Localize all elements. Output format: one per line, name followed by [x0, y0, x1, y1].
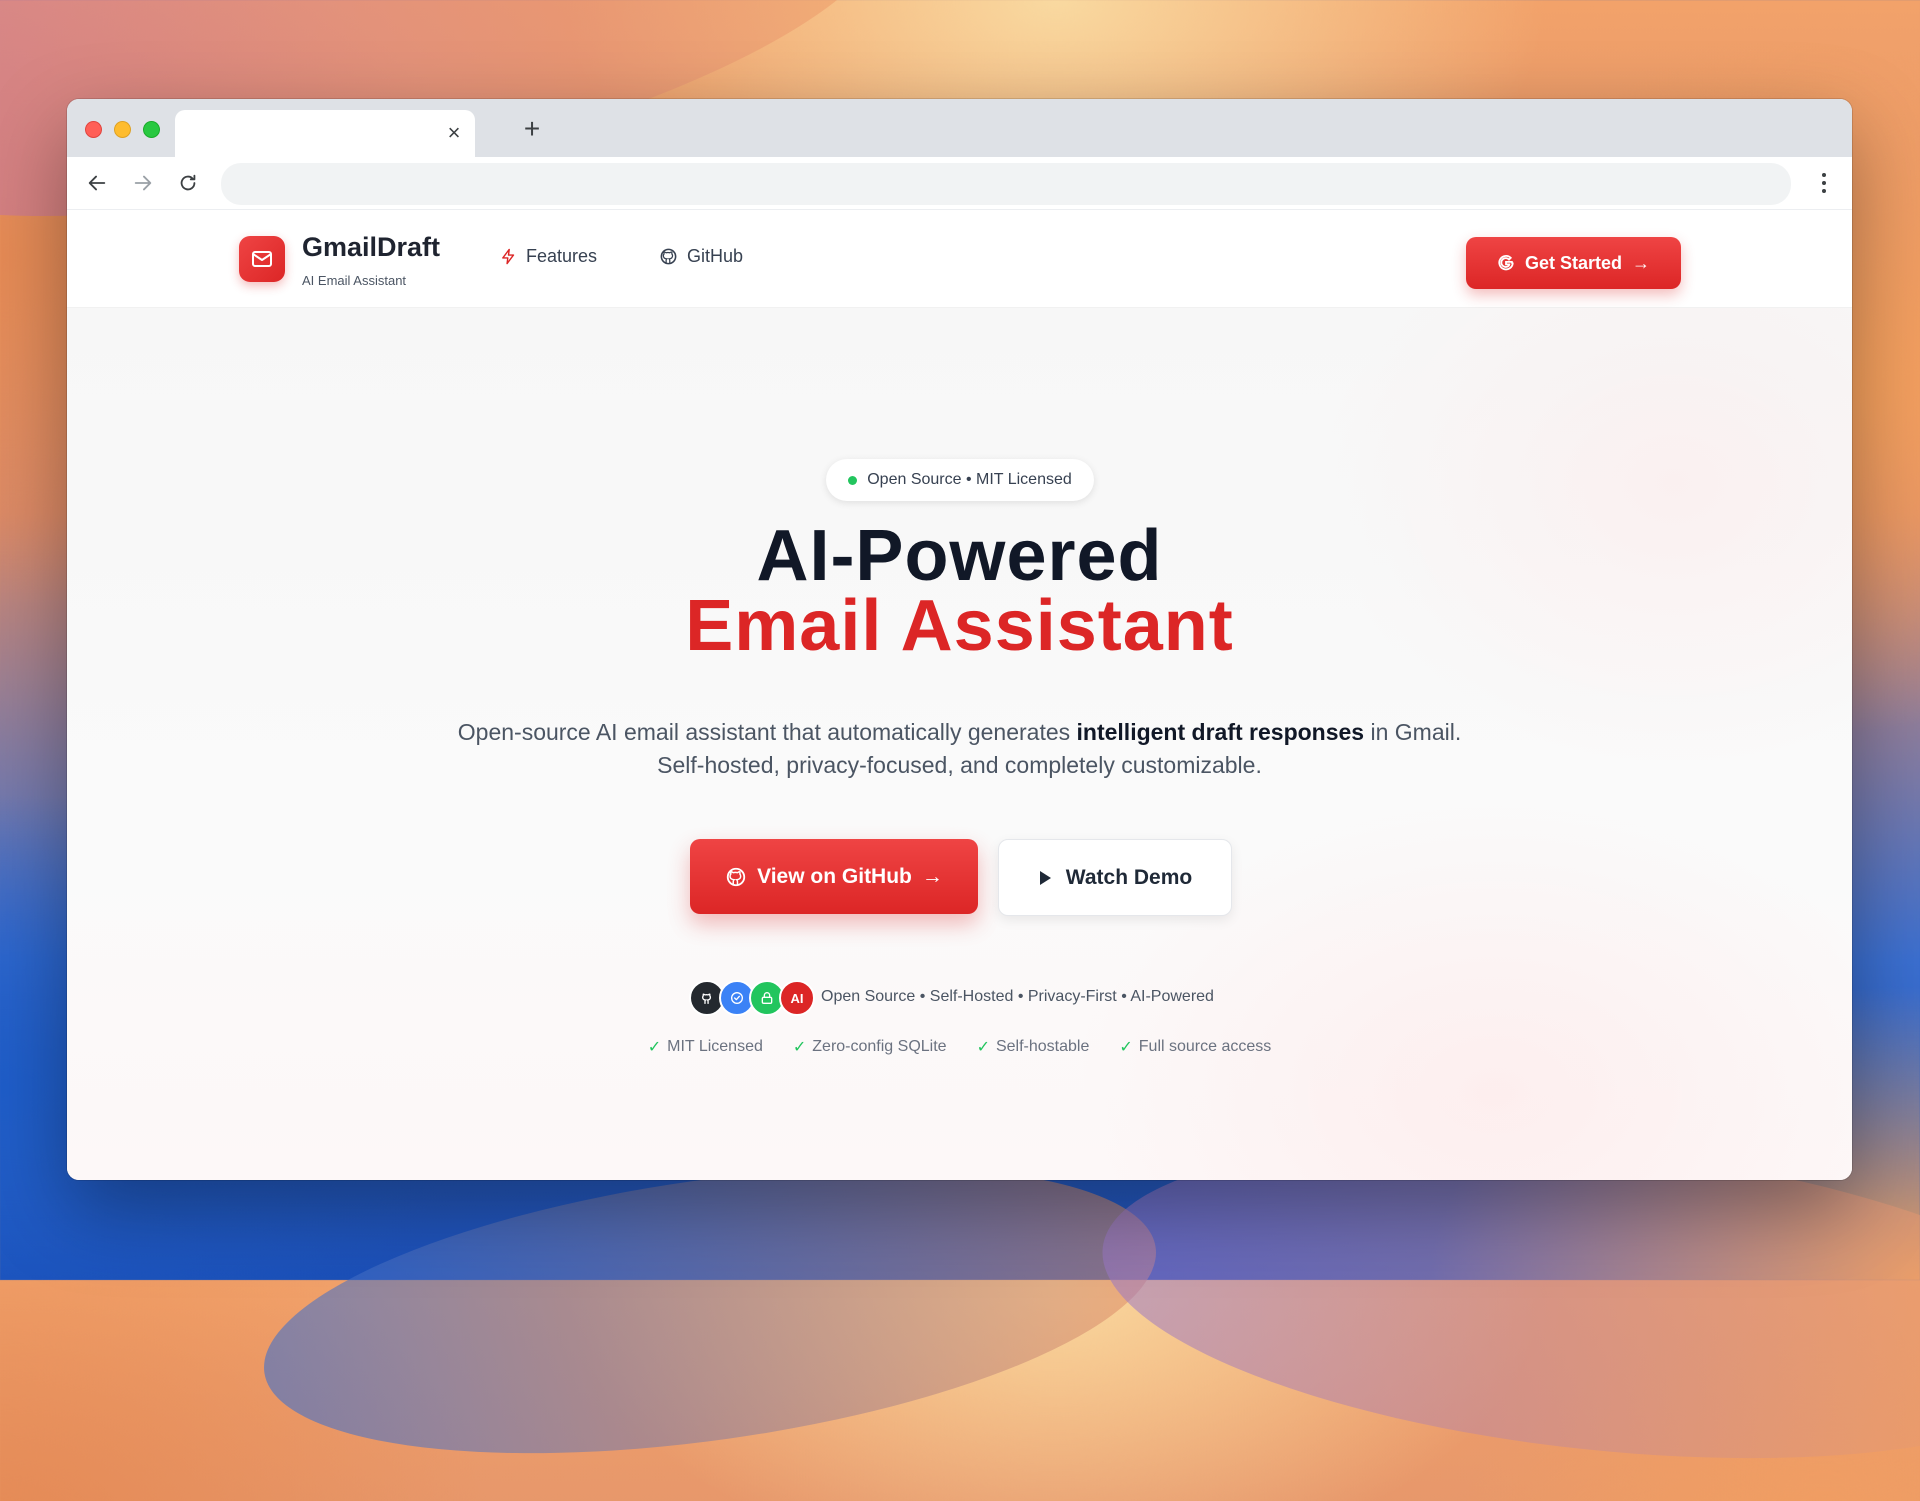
check-label: Self-hostable: [995, 1038, 1090, 1055]
view-on-github-label: View on GitHub: [757, 864, 912, 888]
brand-tagline: AI Email Assistant: [302, 273, 407, 288]
check-item: ✓ MIT Licensed: [648, 1037, 763, 1057]
reload-icon[interactable]: [174, 169, 202, 197]
browser-tab[interactable]: ×: [175, 110, 475, 157]
check-item: ✓ Full source access: [1119, 1037, 1271, 1057]
hero-title-line2: Email Assistant: [685, 586, 1234, 666]
brand-name[interactable]: GmailDraft: [302, 232, 440, 263]
get-started-button[interactable]: Get Started →: [1466, 237, 1681, 289]
window-controls: [85, 121, 160, 138]
feature-badges: AI: [689, 980, 815, 1016]
get-started-label: Get Started: [1524, 252, 1623, 273]
check-icon: ✓: [1119, 1039, 1133, 1056]
subtitle-text: Open-source AI email assistant that auto…: [457, 719, 1077, 745]
ai-badge-icon: AI: [779, 980, 815, 1016]
plus-icon[interactable]: +: [519, 115, 545, 143]
github-icon: [660, 248, 677, 265]
feature-checklist: ✓ MIT Licensed ✓ Zero-config SQLite ✓ Se…: [67, 1037, 1852, 1057]
arrow-right-icon: →: [1632, 252, 1651, 273]
status-dot-icon: [848, 475, 858, 485]
check-icon: ✓: [792, 1039, 807, 1056]
subtitle-line2: Self-hosted, privacy-focused, and comple…: [657, 752, 1262, 778]
tab-strip: × +: [67, 99, 1852, 157]
browser-toolbar: [67, 157, 1852, 210]
subtitle-bold: intelligent draft responses: [1076, 719, 1365, 745]
google-icon: [1498, 255, 1514, 271]
check-label: MIT Licensed: [667, 1038, 763, 1055]
hero-subtitle: Open-source AI email assistant that auto…: [67, 716, 1852, 782]
watch-demo-button[interactable]: Watch Demo: [998, 839, 1232, 916]
nav-link-github[interactable]: GitHub: [659, 246, 743, 267]
forward-icon[interactable]: [129, 169, 157, 197]
arrow-right-icon: →: [921, 864, 943, 888]
check-icon: ✓: [647, 1039, 662, 1056]
address-bar[interactable]: [221, 163, 1791, 205]
browser-window: × + GmailDraft AI Email Assistant Featur…: [67, 99, 1852, 1180]
close-window-button[interactable]: [85, 121, 102, 138]
back-icon[interactable]: [83, 169, 111, 197]
check-label: Zero-config SQLite: [812, 1038, 947, 1055]
hero-section: Open Source • MIT Licensed AI-Powered Em…: [67, 308, 1852, 1180]
nav-link-features[interactable]: Features: [500, 246, 597, 267]
license-pill: Open Source • MIT Licensed: [826, 459, 1094, 501]
mail-icon[interactable]: [239, 236, 285, 282]
close-icon[interactable]: ×: [443, 122, 465, 144]
nav-label: Features: [526, 246, 598, 266]
play-icon: [1039, 870, 1051, 885]
view-on-github-button[interactable]: View on GitHub →: [690, 839, 978, 914]
maximize-window-button[interactable]: [143, 121, 160, 138]
nav-label: GitHub: [687, 246, 744, 266]
minimize-window-button[interactable]: [114, 121, 131, 138]
check-item: ✓ Zero-config SQLite: [793, 1037, 947, 1057]
bolt-icon: [502, 248, 515, 265]
check-item: ✓ Self-hostable: [977, 1037, 1090, 1057]
subtitle-text: in Gmail.: [1364, 719, 1462, 745]
menu-icon[interactable]: [1814, 169, 1834, 197]
license-pill-text: Open Source • MIT Licensed: [867, 471, 1072, 488]
trust-text: Open Source • Self-Hosted • Privacy-Firs…: [821, 988, 1214, 1005]
site-header: GmailDraft AI Email Assistant Features G…: [67, 210, 1852, 308]
check-icon: ✓: [976, 1039, 990, 1056]
check-label: Full source access: [1138, 1038, 1272, 1055]
github-icon: [726, 867, 746, 886]
watch-demo-label: Watch Demo: [1065, 865, 1193, 889]
